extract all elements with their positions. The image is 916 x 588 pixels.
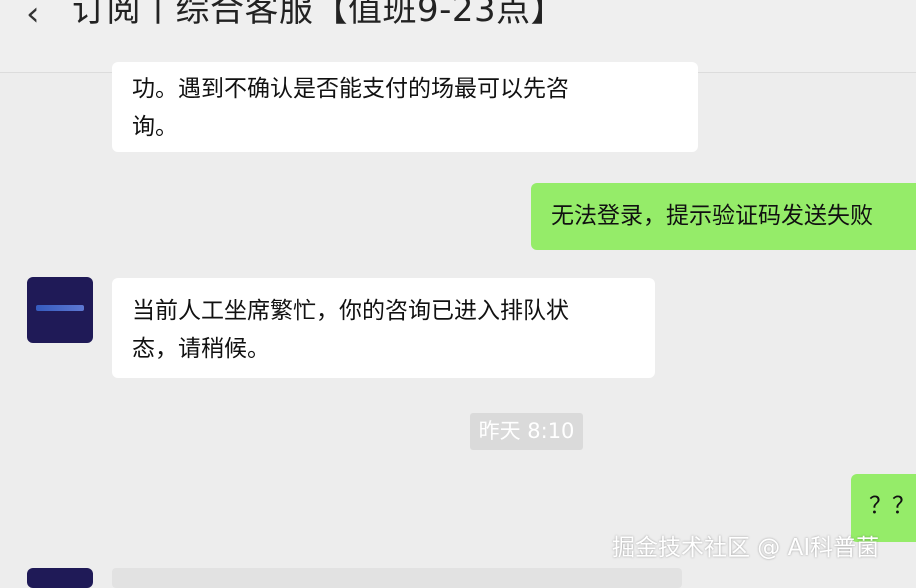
incoming-message[interactable]: 功。遇到不确认是否能支付的场最可以先咨 询。 bbox=[112, 62, 698, 152]
message-timestamp: 昨天 8:10 bbox=[470, 413, 583, 450]
message-text-line: 功。遇到不确认是否能支付的场最可以先咨 bbox=[132, 76, 569, 102]
service-avatar[interactable] bbox=[27, 277, 93, 343]
message-text-line: 态，请稍候。 bbox=[132, 336, 270, 362]
message-text-line: 询。 bbox=[132, 114, 178, 140]
message-text: 无法登录，提示验证码发送失败 bbox=[551, 203, 873, 229]
incoming-message[interactable]: 当前人工坐席繁忙，你的咨询已进入排队状 态，请稍候。 bbox=[112, 278, 655, 378]
watermark: 掘金技术社区 @ AI科普菌 bbox=[612, 535, 880, 561]
incoming-message-partial bbox=[112, 568, 682, 588]
message-text-line: 当前人工坐席繁忙，你的咨询已进入排队状 bbox=[132, 298, 569, 324]
outgoing-message[interactable]: 无法登录，提示验证码发送失败 bbox=[531, 183, 916, 250]
back-chevron-icon[interactable]: ‹ bbox=[26, 0, 40, 34]
chat-title: 订阅丨综合客服【值班9-23点】 bbox=[72, 0, 566, 30]
service-avatar[interactable] bbox=[27, 568, 93, 588]
message-text: ？？ bbox=[869, 493, 915, 519]
brand-logo-icon bbox=[36, 305, 84, 311]
